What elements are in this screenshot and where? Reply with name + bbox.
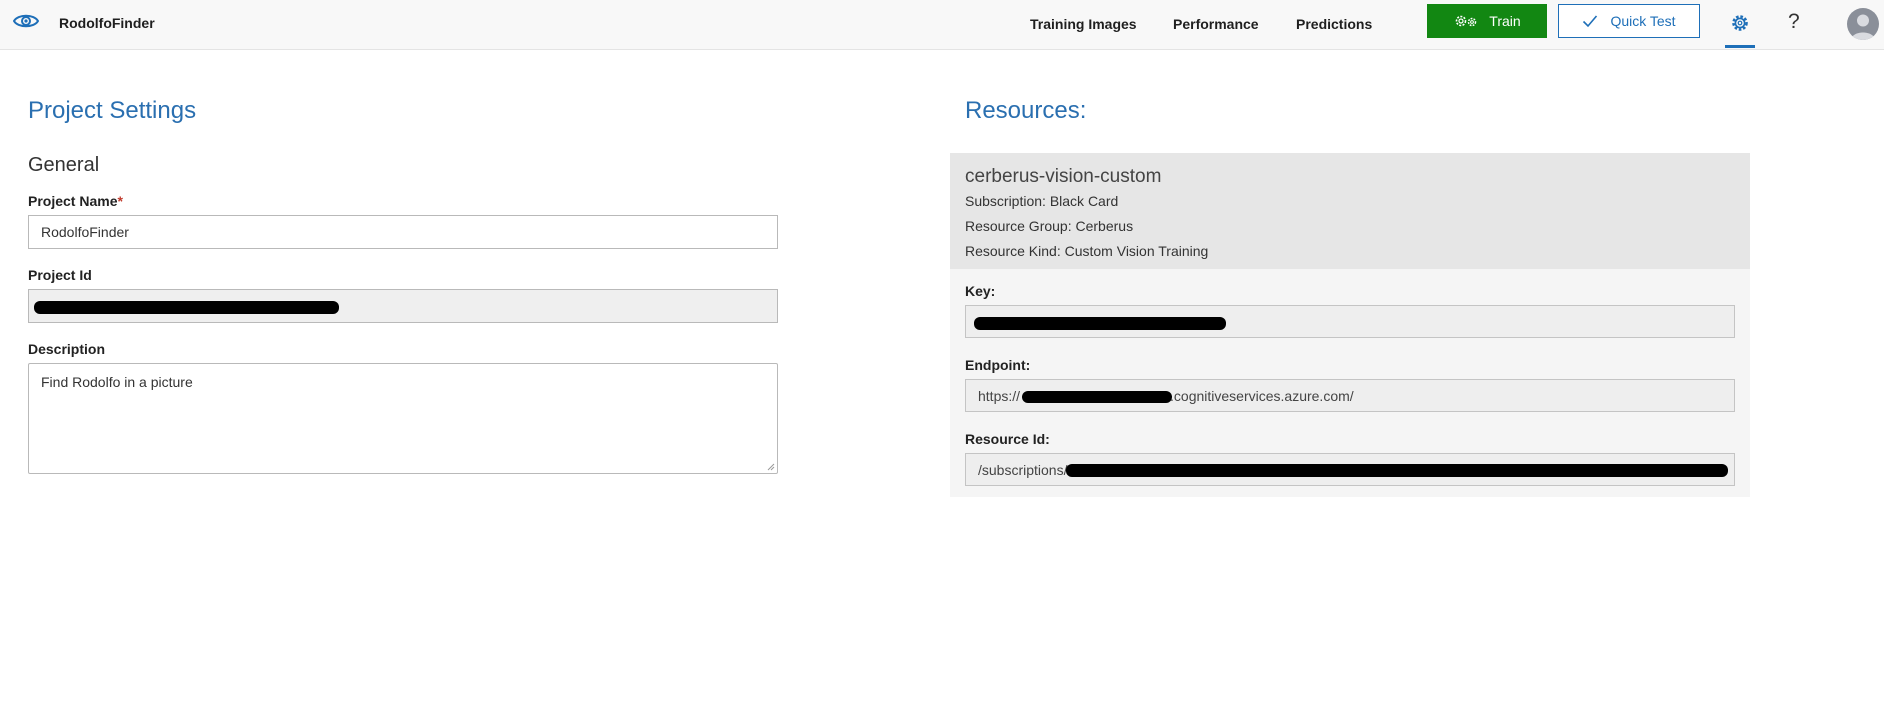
quick-test-button[interactable]: Quick Test (1558, 4, 1700, 38)
description-label: Description (28, 341, 106, 357)
required-marker: * (117, 193, 123, 209)
description-textarea[interactable]: Find Rodolfo in a picture (28, 363, 778, 474)
project-name-input[interactable]: RodolfoFinder (28, 215, 778, 249)
eye-logo-icon[interactable] (13, 10, 39, 32)
redaction-mark (34, 301, 339, 314)
settings-button[interactable] (1725, 0, 1755, 48)
endpoint-field[interactable]: https:// .cognitiveservices.azure.com/ (965, 379, 1735, 412)
resource-group-line: Resource Group: Cerberus (965, 218, 1134, 234)
train-label: Train (1489, 13, 1521, 29)
endpoint-prefix: https:// (978, 387, 1021, 404)
resource-id-label: Resource Id: (965, 431, 1050, 447)
resource-name: cerberus-vision-custom (965, 166, 1162, 187)
user-avatar[interactable] (1847, 8, 1879, 40)
top-bar: RodolfoFinder Training Images Performanc… (0, 0, 1884, 50)
project-name-label-text: Project Name (28, 193, 118, 209)
quick-test-label: Quick Test (1610, 13, 1676, 29)
gear-icon (1732, 14, 1748, 31)
help-button[interactable]: ? (1788, 10, 1800, 34)
project-name-value: RodolfoFinder (41, 224, 129, 240)
nav-training-images[interactable]: Training Images (1030, 16, 1137, 32)
key-field[interactable] (965, 305, 1735, 338)
project-name-label: Project Name* (28, 193, 123, 209)
resource-id-prefix: /subscriptions/ (978, 461, 1068, 478)
resources-title: Resources: (965, 97, 1087, 124)
nav-predictions[interactable]: Predictions (1296, 16, 1372, 32)
project-id-input[interactable] (28, 289, 778, 323)
key-label: Key: (965, 283, 996, 299)
resource-kind-line: Resource Kind: Custom Vision Training (965, 243, 1209, 259)
endpoint-suffix: .cognitiveservices.azure.com/ (1170, 387, 1354, 404)
redaction-mark (1066, 464, 1728, 477)
page-title: Project Settings (28, 97, 197, 124)
subscription-line: Subscription: Black Card (965, 193, 1119, 209)
app-title[interactable]: RodolfoFinder (59, 15, 155, 31)
redaction-mark (1022, 391, 1172, 403)
gears-icon (1455, 15, 1477, 27)
resource-card: cerberus-vision-custom Subscription: Bla… (950, 153, 1750, 497)
nav-performance[interactable]: Performance (1173, 16, 1259, 32)
checkmark-icon (1583, 15, 1598, 28)
train-button[interactable]: Train (1427, 4, 1547, 38)
resource-header: cerberus-vision-custom Subscription: Bla… (950, 153, 1750, 269)
project-id-label: Project Id (28, 267, 92, 283)
section-title-general: General (28, 154, 100, 176)
endpoint-label: Endpoint: (965, 357, 1031, 373)
description-value: Find Rodolfo in a picture (41, 374, 193, 390)
resource-id-field[interactable]: /subscriptions/ (965, 453, 1735, 486)
resize-grip-icon[interactable] (767, 463, 775, 471)
redaction-mark (974, 317, 1226, 330)
user-icon (1851, 14, 1875, 40)
